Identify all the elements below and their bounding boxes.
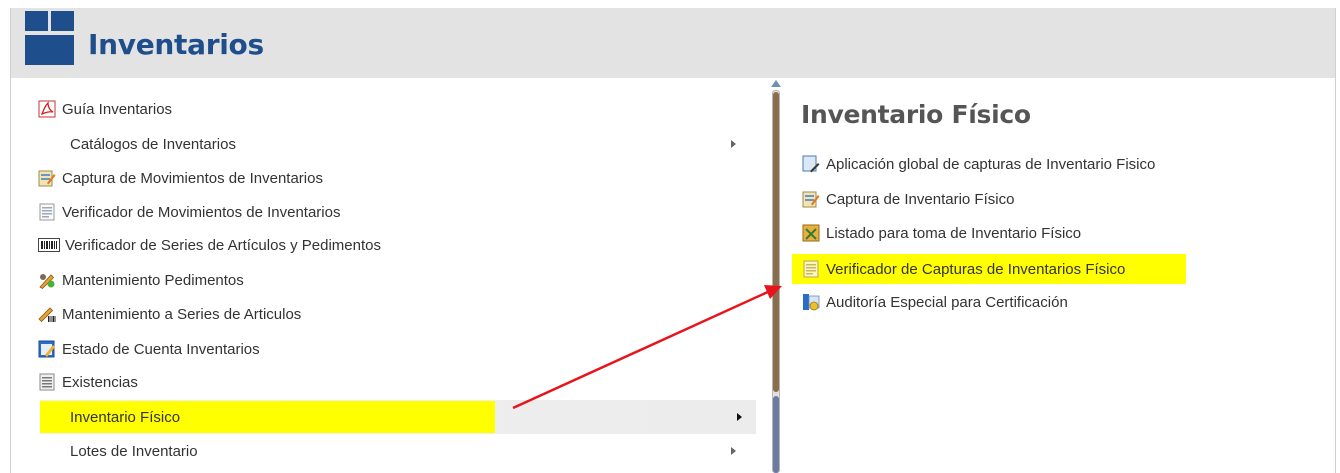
- menu-item-estado-cuenta[interactable]: Estado de Cuenta Inventarios: [26, 334, 756, 364]
- submenu-caret-icon: [731, 447, 736, 455]
- submenu-item-label: Verificador de Capturas de Inventarios F…: [826, 260, 1126, 278]
- menu-item-verificador-series[interactable]: Verificador de Series de Artículos y Ped…: [26, 230, 756, 260]
- scroll-thumb-lower: [773, 396, 779, 473]
- module-title: Inventarios: [88, 28, 264, 61]
- menu-item-label: Estado de Cuenta Inventarios: [62, 340, 260, 358]
- scroll-thumb[interactable]: [773, 92, 779, 392]
- submenu-item-aplicacion-global[interactable]: Aplicación global de capturas de Inventa…: [794, 149, 1214, 179]
- menu-item-label: Mantenimiento a Series de Articulos: [62, 305, 302, 323]
- menu-item-label: Inventario Físico: [70, 408, 181, 426]
- barcode-icon: [38, 238, 60, 252]
- document-icon: [39, 203, 55, 221]
- submenu-item-label: Auditoría Especial para Certificación: [826, 293, 1068, 311]
- document-lines-icon: [39, 373, 55, 391]
- submenu-item-label: Captura de Inventario Físico: [826, 190, 1015, 208]
- pencil-barcode-icon: [38, 307, 56, 323]
- edit-form-icon: [802, 191, 820, 208]
- menu-item-label: Catálogos de Inventarios: [70, 135, 236, 153]
- submenu-item-label: Aplicación global de capturas de Inventa…: [826, 155, 1156, 173]
- menu-item-guia-inventarios[interactable]: Guía Inventarios: [26, 94, 756, 124]
- menu-item-mantenimiento-series[interactable]: Mantenimiento a Series de Articulos: [26, 299, 756, 329]
- menu-item-existencias[interactable]: Existencias: [26, 367, 756, 397]
- scroll-up-icon[interactable]: [771, 80, 781, 87]
- notepad-pencil-icon: [38, 340, 55, 358]
- menu-item-label: Mantenimiento Pedimentos: [62, 271, 244, 289]
- checklist-icon: [802, 224, 820, 242]
- submenu-item-captura-inventario[interactable]: Captura de Inventario Físico: [794, 184, 1214, 214]
- window-top-margin: [0, 0, 1340, 8]
- submenu-caret-icon: [737, 413, 742, 421]
- pdf-icon: [38, 100, 56, 118]
- menu-item-label: Existencias: [62, 373, 138, 391]
- edit-form-icon: [38, 170, 56, 187]
- menu-item-label: Verificador de Series de Artículos y Ped…: [65, 236, 381, 254]
- menu-item-label: Verificador de Movimientos de Inventario…: [62, 203, 341, 221]
- menu-item-catalogos[interactable]: Catálogos de Inventarios: [26, 129, 756, 159]
- apply-document-icon: [802, 155, 820, 173]
- box-icon: [25, 11, 74, 65]
- module-header: Inventarios: [10, 8, 1336, 78]
- submenu-item-label: Listado para toma de Inventario Físico: [826, 224, 1082, 242]
- menu-item-inventario-fisico[interactable]: Inventario Físico: [40, 400, 756, 434]
- menu-item-captura-movimientos[interactable]: Captura de Movimientos de Inventarios: [26, 163, 756, 193]
- menu-item-label: Lotes de Inventario: [70, 442, 198, 460]
- pencil-paint-icon: [39, 274, 55, 289]
- submenu-item-auditoria[interactable]: Auditoría Especial para Certificación: [794, 287, 1214, 317]
- menu-scrollbar[interactable]: [770, 80, 782, 473]
- audit-icon: [803, 294, 820, 311]
- menu-item-label: Guía Inventarios: [62, 100, 173, 118]
- menu-item-label: Captura de Movimientos de Inventarios: [62, 169, 323, 187]
- submenu-title: Inventario Físico: [801, 100, 1031, 129]
- document-icon: [803, 260, 819, 278]
- menu-item-verificador-movimientos[interactable]: Verificador de Movimientos de Inventario…: [26, 197, 756, 227]
- submenu-item-listado-toma[interactable]: Listado para toma de Inventario Físico: [794, 218, 1214, 248]
- submenu-item-verificador-capturas[interactable]: Verificador de Capturas de Inventarios F…: [792, 254, 1214, 284]
- menu-item-mantenimiento-pedimentos[interactable]: Mantenimiento Pedimentos: [26, 265, 756, 295]
- menu-item-lotes[interactable]: Lotes de Inventario: [26, 436, 756, 466]
- submenu-caret-icon: [731, 140, 736, 148]
